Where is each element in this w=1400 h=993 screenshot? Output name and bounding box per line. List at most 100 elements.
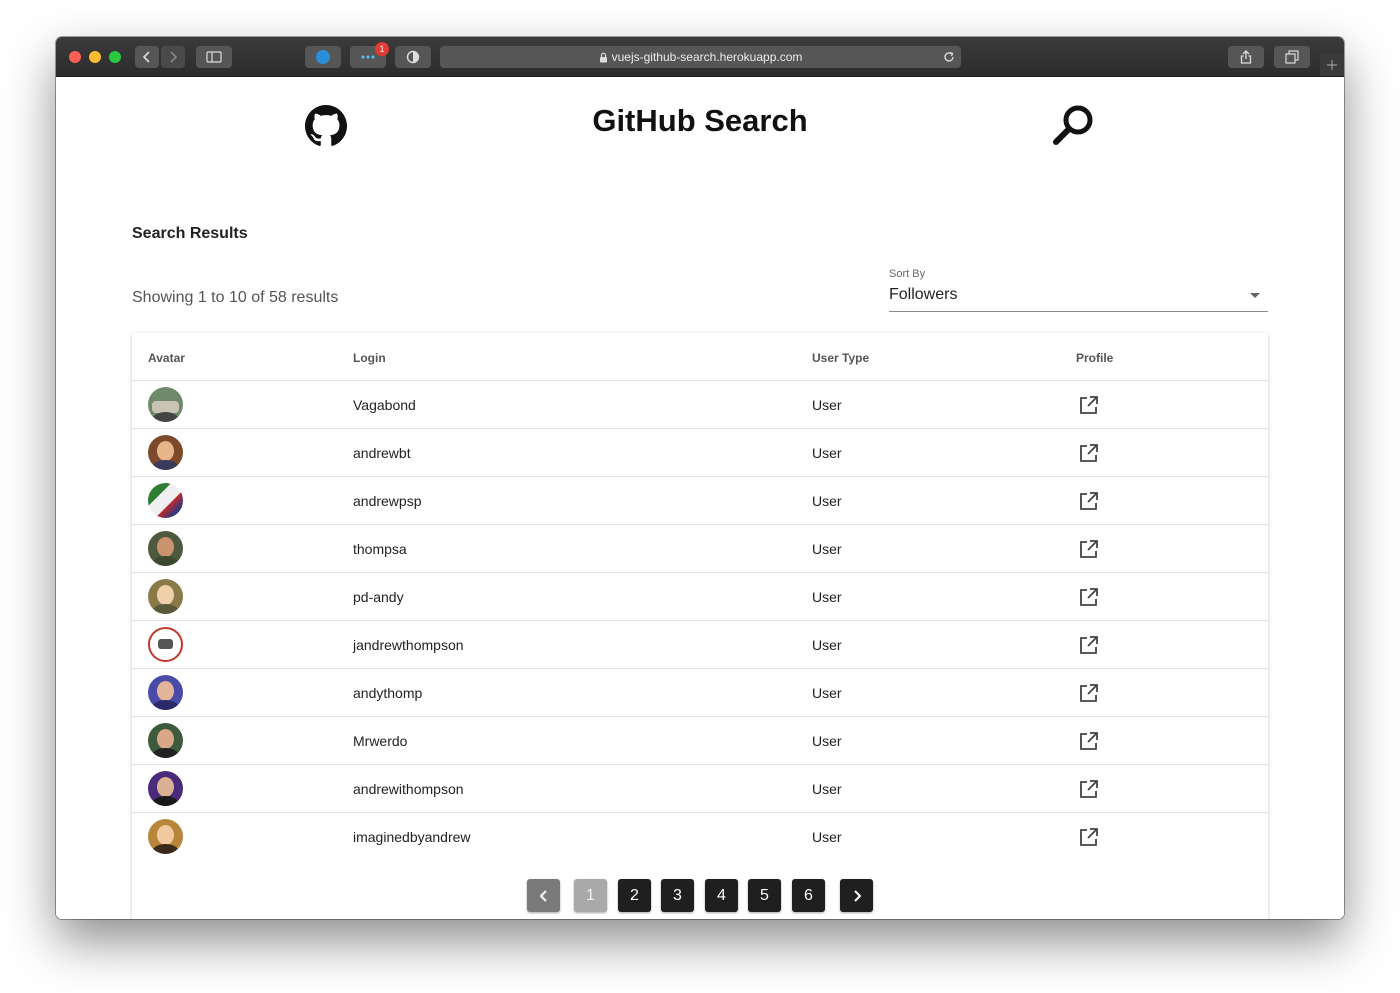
login-cell: Mrwerdo — [353, 733, 408, 749]
lock-icon — [599, 52, 607, 62]
column-header-profile: Profile — [1076, 351, 1114, 365]
page-button-3[interactable]: 3 — [661, 879, 694, 912]
tabs-icon — [1285, 50, 1299, 64]
sort-select[interactable]: Sort By Followers — [889, 265, 1268, 312]
previous-page-button[interactable] — [527, 879, 560, 912]
column-header-login: Login — [353, 351, 386, 365]
sidebar-icon — [206, 51, 222, 63]
dropdown-caret-icon — [1250, 293, 1260, 298]
open-in-new-icon[interactable] — [1078, 634, 1100, 656]
login-cell: andrewpsp — [353, 493, 422, 509]
column-header-avatar: Avatar — [148, 351, 185, 365]
table-header: Avatar Login User Type Profile — [132, 333, 1268, 381]
login-cell: imaginedbyandrew — [353, 829, 471, 845]
chevron-left-icon — [539, 889, 547, 902]
minimize-window-button[interactable] — [89, 51, 101, 63]
avatar — [148, 435, 183, 470]
globe-icon — [316, 50, 330, 64]
page-button-1[interactable]: 1 — [574, 879, 607, 912]
privacy-shield-button[interactable] — [395, 46, 431, 68]
sidebar-toggle-button[interactable] — [196, 46, 232, 68]
forward-button[interactable] — [161, 46, 185, 68]
table-row: andrewbt User — [132, 429, 1268, 477]
user-type-cell: User — [812, 829, 842, 845]
page-button-2[interactable]: 2 — [618, 879, 651, 912]
user-type-cell: User — [812, 493, 842, 509]
browser-window: 1 vuejs-github-search.herokuapp.com GitH… — [56, 37, 1344, 919]
table-row: andrewpsp User — [132, 477, 1268, 525]
open-in-new-icon[interactable] — [1078, 442, 1100, 464]
open-in-new-icon[interactable] — [1078, 682, 1100, 704]
page-content: GitHub Search Search Results Showing 1 t… — [56, 77, 1344, 919]
open-in-new-icon[interactable] — [1078, 490, 1100, 512]
close-window-button[interactable] — [69, 51, 81, 63]
open-in-new-icon[interactable] — [1078, 394, 1100, 416]
share-icon — [1240, 50, 1252, 64]
sort-value: Followers — [889, 286, 958, 303]
github-logo-icon[interactable] — [305, 105, 347, 147]
avatar — [148, 531, 183, 566]
browser-toolbar: 1 vuejs-github-search.herokuapp.com — [56, 37, 1344, 77]
extension-button-1[interactable] — [305, 46, 341, 68]
login-cell: andrewithompson — [353, 781, 464, 797]
address-bar[interactable]: vuejs-github-search.herokuapp.com — [440, 46, 961, 68]
user-type-cell: User — [812, 589, 842, 605]
notification-badge: 1 — [375, 42, 389, 56]
chevron-left-icon — [142, 51, 150, 63]
share-button[interactable] — [1228, 46, 1264, 68]
reload-icon[interactable] — [943, 51, 955, 63]
user-type-cell: User — [812, 397, 842, 413]
avatar — [148, 723, 183, 758]
next-page-button[interactable] — [840, 879, 873, 912]
login-cell: thompsa — [353, 541, 407, 557]
chevron-right-icon — [853, 889, 861, 902]
zoom-window-button[interactable] — [109, 51, 121, 63]
sort-label: Sort By — [889, 268, 926, 280]
open-in-new-icon[interactable] — [1078, 586, 1100, 608]
table-row: pd-andy User — [132, 573, 1268, 621]
login-cell: andrewbt — [353, 445, 411, 461]
user-type-cell: User — [812, 781, 842, 797]
shield-icon — [406, 50, 420, 64]
user-type-cell: User — [812, 445, 842, 461]
table-row: Mrwerdo User — [132, 717, 1268, 765]
open-in-new-icon[interactable] — [1078, 730, 1100, 752]
table-row: andythomp User — [132, 669, 1268, 717]
chevron-right-icon — [170, 51, 178, 63]
open-in-new-icon[interactable] — [1078, 778, 1100, 800]
user-type-cell: User — [812, 541, 842, 557]
user-type-cell: User — [812, 733, 842, 749]
open-in-new-icon[interactable] — [1078, 538, 1100, 560]
table-row: thompsa User — [132, 525, 1268, 573]
avatar — [148, 771, 183, 806]
results-summary: Showing 1 to 10 of 58 results — [132, 289, 339, 306]
page-button-4[interactable]: 4 — [705, 879, 738, 912]
table-row: imaginedbyandrew User — [132, 813, 1268, 860]
table-row: andrewithompson User — [132, 765, 1268, 813]
page-button-6[interactable]: 6 — [792, 879, 825, 912]
plus-icon — [1327, 59, 1337, 70]
search-icon[interactable] — [1052, 103, 1096, 147]
dots-icon — [361, 55, 375, 59]
avatar — [148, 483, 183, 518]
section-title: Search Results — [132, 225, 248, 242]
results-table: Avatar Login User Type Profile Vagabond … — [132, 333, 1268, 919]
login-cell: jandrewthompson — [353, 637, 464, 653]
new-tab-button[interactable] — [1320, 53, 1344, 76]
login-cell: Vagabond — [353, 397, 416, 413]
tabs-overview-button[interactable] — [1274, 46, 1310, 68]
user-type-cell: User — [812, 637, 842, 653]
login-cell: andythomp — [353, 685, 423, 701]
open-in-new-icon[interactable] — [1078, 826, 1100, 848]
avatar — [148, 675, 183, 710]
url-text: vuejs-github-search.herokuapp.com — [611, 50, 803, 64]
user-type-cell: User — [812, 685, 842, 701]
column-header-user-type: User Type — [812, 351, 870, 365]
table-row: jandrewthompson User — [132, 621, 1268, 669]
page-button-5[interactable]: 5 — [748, 879, 781, 912]
avatar — [148, 627, 183, 662]
app-title: GitHub Search — [592, 103, 808, 138]
back-button[interactable] — [135, 46, 159, 68]
table-row: Vagabond User — [132, 381, 1268, 429]
avatar — [148, 819, 183, 854]
